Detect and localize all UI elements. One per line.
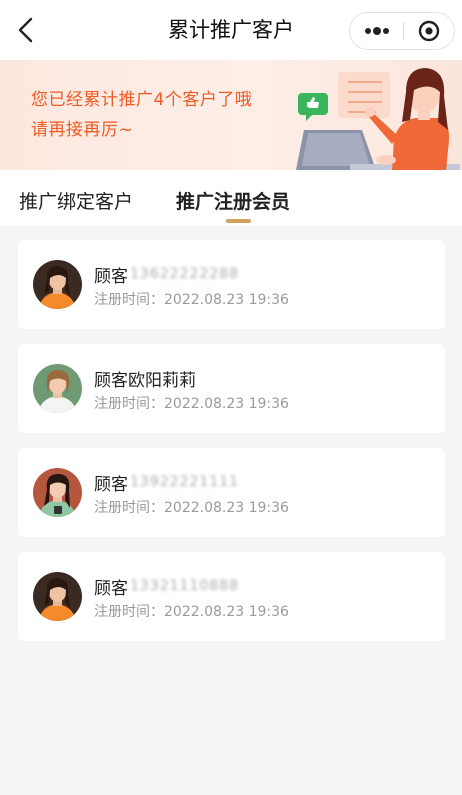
- nav-bar: 累计推广客户: [0, 0, 462, 60]
- registration-time-row: 注册时间：2022.08.23 19:36: [94, 497, 289, 517]
- registration-label: 注册时间：: [94, 292, 164, 308]
- registration-time: 2022.08.23 19:36: [164, 604, 289, 620]
- customer-name: 顾客欧阳莉莉: [94, 370, 196, 391]
- more-button[interactable]: [350, 13, 403, 49]
- avatar-image: [33, 364, 82, 413]
- customer-card[interactable]: 顾客欧阳莉莉 注册时间：2022.08.23 19:36: [18, 344, 445, 433]
- registration-label: 注册时间：: [94, 500, 164, 516]
- avatar: [33, 260, 82, 309]
- tab-registered-members[interactable]: 推广注册会员: [176, 188, 290, 216]
- customer-name: 顾客: [94, 266, 128, 287]
- banner-line-2: 请再接再厉~: [31, 120, 134, 140]
- promo-banner: 您已经累计推广4个客户了哦 请再接再厉~: [0, 60, 462, 170]
- registration-time: 2022.08.23 19:36: [164, 500, 289, 516]
- masked-phone: 13622222288: [130, 266, 239, 282]
- avatar: [33, 572, 82, 621]
- registration-label: 注册时间：: [94, 396, 164, 412]
- avatar: [33, 468, 82, 517]
- customer-name: 顾客: [94, 578, 128, 599]
- registration-label: 注册时间：: [94, 604, 164, 620]
- customer-name: 顾客: [94, 474, 128, 495]
- customer-card[interactable]: 顾客 13321110888 注册时间：2022.08.23 19:36: [18, 552, 445, 641]
- registration-time-row: 注册时间：2022.08.23 19:36: [94, 601, 289, 621]
- registration-time-row: 注册时间：2022.08.23 19:36: [94, 289, 289, 309]
- active-tab-indicator: [226, 219, 251, 223]
- registration-time: 2022.08.23 19:36: [164, 292, 289, 308]
- avatar-image: [33, 260, 82, 309]
- tab-bar: 推广绑定客户 推广注册会员: [0, 170, 462, 226]
- target-close-icon: [418, 20, 440, 42]
- banner-text: 您已经累计推广4个客户了哦 请再接再厉~: [31, 85, 291, 145]
- tab-bound-customers[interactable]: 推广绑定客户: [19, 188, 133, 216]
- more-dots-icon: [364, 27, 389, 35]
- close-miniprogram-button[interactable]: [404, 13, 454, 49]
- customer-name-row: 顾客 13321110888: [94, 573, 239, 599]
- masked-phone: 13321110888: [130, 578, 239, 594]
- avatar: [33, 364, 82, 413]
- registration-time-row: 注册时间：2022.08.23 19:36: [94, 393, 289, 413]
- masked-phone: 13922221111: [130, 474, 239, 490]
- registration-time: 2022.08.23 19:36: [164, 396, 289, 412]
- chevron-left-icon: [18, 17, 33, 43]
- banner-line-1: 您已经累计推广4个客户了哦: [31, 90, 253, 110]
- customer-name-row: 顾客 13622222288: [94, 261, 239, 287]
- avatar-image: [33, 468, 82, 517]
- mini-program-capsule: [349, 12, 455, 50]
- customer-name-row: 顾客 13922221111: [94, 469, 239, 495]
- customer-card[interactable]: 顾客 13622222288 注册时间：2022.08.23 19:36: [18, 240, 445, 329]
- woman-laptop-illustration: [296, 68, 460, 170]
- customer-name-row: 顾客欧阳莉莉: [94, 365, 198, 391]
- avatar-image: [33, 572, 82, 621]
- customer-card[interactable]: 顾客 13922221111 注册时间：2022.08.23 19:36: [18, 448, 445, 537]
- back-button[interactable]: [8, 12, 44, 48]
